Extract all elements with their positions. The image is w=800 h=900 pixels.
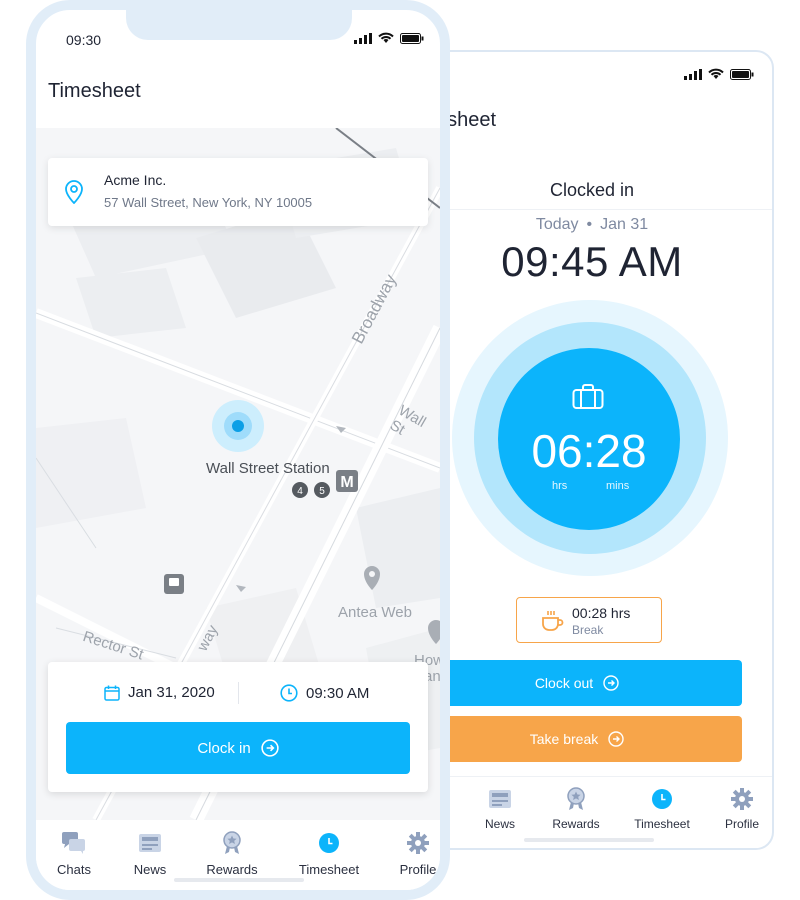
- rewards-icon: [223, 831, 241, 854]
- nav-timesheet[interactable]: Timesheet: [289, 830, 369, 877]
- nav-news-label: News: [484, 817, 515, 831]
- nav-rewards-label: Rewards: [206, 862, 258, 877]
- clock-in-card: Jan 31, 2020 09:30 AM Clock in: [48, 662, 428, 792]
- news-icon: [489, 790, 511, 808]
- location-address: 57 Wall Street, New York, NY 10005: [104, 195, 313, 210]
- nav-profile-label: Profile: [399, 862, 437, 877]
- briefcase-icon: [572, 384, 604, 409]
- nav-news[interactable]: News: [110, 830, 190, 877]
- location-card[interactable]: Acme Inc. 57 Wall Street, New York, NY 1…: [48, 158, 428, 226]
- break-value: 00:28 hrs: [572, 605, 631, 621]
- front-phone: 09:30 Timesheet 4 5 M Wall Street Statio…: [26, 0, 450, 900]
- line-5-badge: 5: [319, 486, 325, 497]
- status-bar: [354, 32, 424, 44]
- arrow-right-circle-icon: [261, 739, 279, 757]
- nav-news-label: News: [133, 862, 167, 877]
- home-indicator: [174, 878, 304, 882]
- gear-icon: [731, 788, 753, 810]
- home-indicator: [524, 838, 654, 842]
- nav-rewards[interactable]: Rewards: [192, 830, 272, 877]
- date-value: Jan 31, 2020: [128, 684, 215, 701]
- location-pin-icon: [65, 180, 83, 204]
- nav-rewards[interactable]: Rewards: [536, 787, 616, 831]
- arrow-right-circle-icon: [603, 675, 619, 691]
- wifi-icon: [378, 32, 394, 43]
- date-value: Jan 31: [600, 216, 649, 233]
- battery-icon: [730, 68, 754, 80]
- nav-timesheet-label: Timesheet: [634, 817, 690, 831]
- nav-profile[interactable]: Profile: [378, 830, 440, 877]
- time-value: 09:30 AM: [306, 684, 370, 702]
- timer-circle: 06:28 hrs mins: [498, 348, 680, 530]
- timer-hrs-label: hrs: [552, 480, 568, 492]
- news-icon: [139, 834, 161, 852]
- nav-news[interactable]: News: [460, 787, 540, 831]
- bottom-nav: News Rewards Timesheet Profile: [412, 776, 772, 836]
- time-display[interactable]: 09:30 AM: [280, 684, 369, 702]
- clock-out-button[interactable]: Clock out: [412, 660, 742, 706]
- rewards-icon: [567, 787, 585, 810]
- date-display[interactable]: Jan 31, 2020: [104, 684, 215, 701]
- station-label: Wall Street Station: [206, 460, 330, 477]
- page-title: Timesheet: [48, 80, 141, 102]
- timer-value: 06:28: [531, 425, 647, 477]
- nav-profile-label: Profile: [724, 817, 759, 831]
- take-break-button[interactable]: Take break: [412, 716, 742, 762]
- clock-in-label: Clock in: [197, 739, 251, 757]
- location-name: Acme Inc.: [104, 172, 167, 188]
- status-bar: [684, 68, 754, 80]
- break-badge: 00:28 hrs Break: [516, 597, 662, 643]
- timer-mins-label: mins: [606, 480, 630, 492]
- date-separator: •: [586, 216, 593, 233]
- gear-icon: [407, 832, 429, 854]
- date-prefix: Today: [535, 216, 579, 233]
- arrow-right-circle-icon: [608, 731, 624, 747]
- antea-label: Antea Web: [338, 604, 412, 621]
- nav-chats-label: Chats: [57, 862, 91, 877]
- divider: [238, 682, 239, 704]
- back-phone: esheet Clocked in Today • Jan 31 09:45 AM …: [410, 50, 774, 850]
- take-break-label: Take break: [529, 731, 599, 747]
- metro-badge: M: [340, 474, 353, 491]
- clock-in-button[interactable]: Clock in: [66, 722, 410, 774]
- clock-time: 09:45 AM: [501, 238, 683, 285]
- wifi-icon: [708, 68, 724, 79]
- notch: [126, 10, 352, 40]
- chat-icon: [62, 832, 85, 854]
- clock-out-label: Clock out: [534, 675, 594, 691]
- clock-icon: [280, 684, 298, 702]
- coffee-icon: [542, 611, 564, 631]
- nav-timesheet-label: Timesheet: [298, 862, 360, 877]
- signal-icon: [684, 68, 702, 80]
- clock-status: Clocked in: [549, 180, 635, 200]
- clock-icon: [652, 789, 672, 809]
- nav-profile[interactable]: Profile: [702, 787, 772, 831]
- line-4-badge: 4: [297, 486, 303, 497]
- nav-rewards-label: Rewards: [552, 817, 600, 831]
- status-time: 09:30: [66, 32, 102, 48]
- battery-icon: [400, 32, 424, 44]
- clock-icon: [319, 833, 339, 853]
- nav-timesheet[interactable]: Timesheet: [622, 787, 702, 831]
- break-label: Break: [572, 623, 604, 637]
- signal-icon: [354, 32, 372, 44]
- nav-chats[interactable]: Chats: [36, 830, 114, 877]
- clock-date: Today • Jan 31: [412, 216, 772, 234]
- calendar-icon: [104, 685, 120, 701]
